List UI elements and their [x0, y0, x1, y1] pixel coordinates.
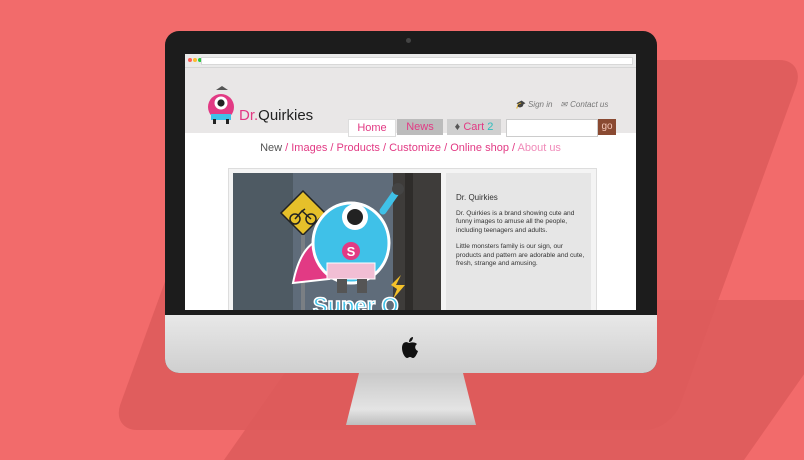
envelope-icon: ✉	[560, 100, 568, 109]
apple-logo-icon	[402, 337, 418, 358]
brand-suffix: Quirkies	[258, 107, 314, 124]
nav-home-button[interactable]: Home	[348, 119, 396, 137]
brand-name[interactable]: Dr.Quirkies	[239, 107, 313, 124]
nav-news-button[interactable]: News	[397, 119, 443, 135]
sign-in-link[interactable]: 🎓 Sign in	[515, 100, 552, 109]
graduation-cap-icon: 🎓	[515, 100, 525, 109]
minimize-window-icon[interactable]	[193, 58, 197, 62]
site-header: Dr.Quirkies 🎓 Sign in ✉ Contact us Home Ne…	[185, 68, 636, 137]
menu-item-products[interactable]: Products	[337, 142, 380, 154]
cart-label: Cart	[463, 121, 485, 133]
feature-title: Dr. Quirkies	[456, 193, 498, 202]
menu-item-images[interactable]: Images	[291, 142, 327, 154]
sticker-caption: Super Q	[313, 293, 399, 310]
close-window-icon[interactable]	[188, 58, 192, 62]
brand-prefix: Dr.	[239, 107, 259, 124]
browser-screen: Dr.Quirkies 🎓 Sign in ✉ Contact us Home Ne…	[185, 54, 636, 310]
contact-label: Contact us	[570, 100, 609, 109]
cart-count-badge: 2	[487, 121, 494, 133]
menu-item-online-shop[interactable]: Online shop	[450, 142, 509, 154]
address-bar[interactable]	[201, 57, 633, 65]
feature-paragraph-1: Dr. Quirkies is a brand showing cute and…	[456, 210, 575, 234]
contact-link[interactable]: ✉ Contact us	[560, 100, 608, 109]
top-links: 🎓 Sign in ✉ Contact us	[515, 100, 608, 109]
monster-sticker-illustration: S Super Q	[233, 173, 441, 310]
feature-photo: S Super Q	[233, 173, 441, 310]
feature-paragraph-2: Little monsters family is our sign, our …	[456, 243, 585, 268]
menu-item-about-us[interactable]: About us	[518, 142, 561, 154]
browser-toolbar	[185, 54, 636, 68]
feature-description: Dr. Quirkies is a brand showing cute and…	[456, 210, 586, 268]
menu-item-new[interactable]: New	[260, 142, 282, 154]
sticker-letter: S	[347, 244, 356, 259]
camera-icon	[406, 38, 411, 43]
diamond-icon: ♦	[454, 121, 461, 133]
nav-cart-button[interactable]: ♦ Cart 2	[447, 119, 501, 135]
search-input[interactable]	[506, 119, 598, 137]
monster-logo-icon[interactable]	[204, 86, 238, 124]
monitor-stand	[346, 373, 476, 425]
main-menu: New / Images / Products / Customize / On…	[260, 142, 561, 154]
search-go-button[interactable]: go	[598, 119, 616, 135]
sign-in-label: Sign in	[527, 100, 553, 109]
menu-item-customize[interactable]: Customize	[389, 142, 441, 154]
